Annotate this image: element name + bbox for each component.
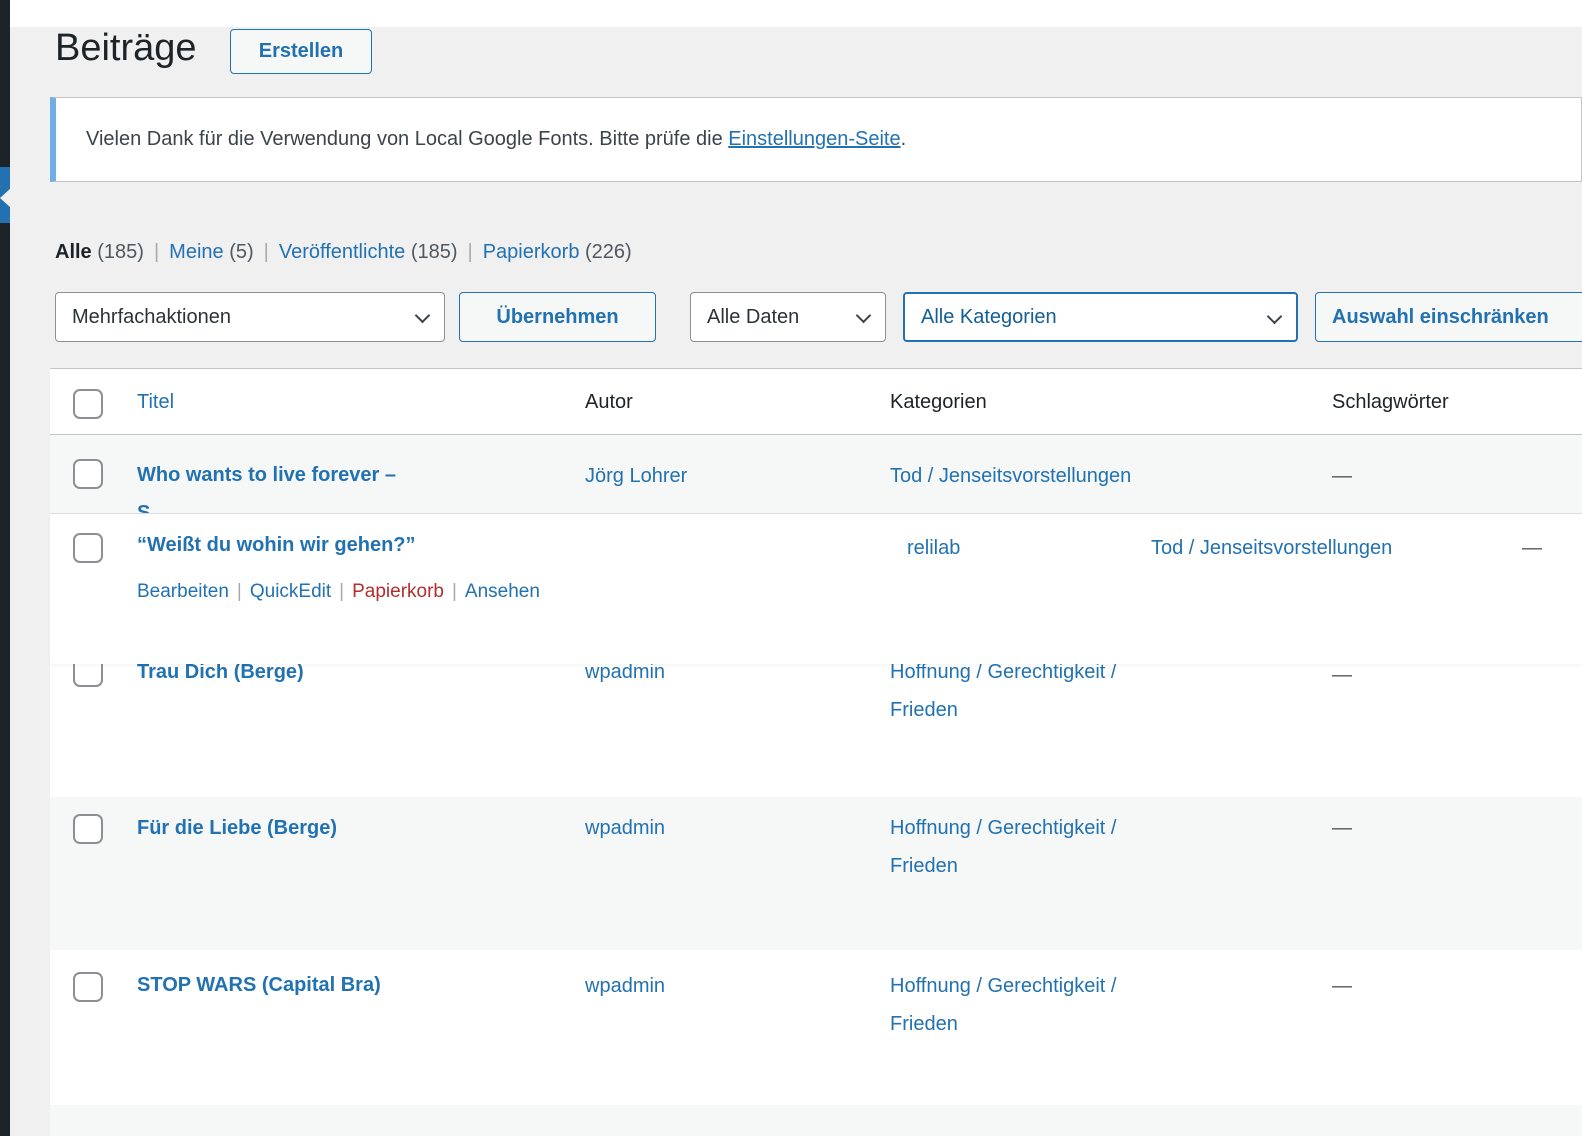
- edit-action[interactable]: Bearbeiten: [137, 581, 229, 602]
- category-filter-select[interactable]: Alle Kategorien: [903, 292, 1298, 342]
- settings-page-link[interactable]: Einstellungen-Seite: [728, 128, 900, 150]
- date-filter-value: Alle Daten: [707, 306, 799, 329]
- table-row: [50, 1105, 1582, 1136]
- categories-link-line2[interactable]: Frieden: [890, 1009, 958, 1039]
- view-trash[interactable]: Papierkorb (226): [483, 241, 632, 264]
- notice-text: Vielen Dank für die Verwendung von Local…: [86, 128, 906, 151]
- posts-admin-page: Beiträge Erstellen Vielen Dank für die V…: [0, 0, 1582, 1136]
- bulk-actions-value: Mehrfachaktionen: [72, 306, 231, 329]
- column-header-title[interactable]: Titel: [137, 388, 174, 416]
- notice-text-after: .: [901, 128, 907, 150]
- column-header-author: Autor: [585, 388, 633, 416]
- notice-text-before: Vielen Dank für die Verwendung von Local…: [86, 128, 728, 150]
- quickedit-action[interactable]: QuickEdit: [250, 581, 331, 602]
- view-mine[interactable]: Meine (5): [169, 241, 254, 264]
- separator: |: [331, 581, 352, 602]
- sidebar-pointer-arrow: [0, 188, 11, 208]
- row-checkbox[interactable]: [73, 972, 103, 1002]
- separator: |: [458, 241, 483, 264]
- post-title-link[interactable]: STOP WARS (Capital Bra): [137, 971, 381, 999]
- trash-action[interactable]: Papierkorb: [352, 581, 444, 602]
- apply-button[interactable]: Übernehmen: [459, 292, 656, 342]
- row-checkbox[interactable]: [73, 533, 103, 563]
- page-title: Beiträge: [55, 24, 197, 72]
- create-post-button[interactable]: Erstellen: [230, 29, 372, 74]
- categories-link-line2[interactable]: Frieden: [890, 851, 958, 881]
- separator: |: [444, 581, 465, 602]
- categories-link[interactable]: Tod / Jenseitsvorstellungen: [1151, 533, 1392, 563]
- post-title-link[interactable]: “Weißt du wohin wir gehen?”: [137, 531, 416, 559]
- tags-empty-dash: —: [1332, 461, 1352, 491]
- categories-link[interactable]: Tod / Jenseitsvorstellungen: [890, 461, 1131, 491]
- view-published-count: (185): [411, 241, 458, 263]
- categories-link-line2[interactable]: Frieden: [890, 695, 958, 725]
- post-title-link[interactable]: Who wants to live forever –: [137, 461, 396, 489]
- chevron-down-icon: [856, 308, 872, 324]
- top-white-band: [10, 0, 1582, 27]
- view-filter-nav: Alle (185) | Meine (5) | Veröffentlichte…: [55, 238, 632, 266]
- admin-notice: Vielen Dank für die Verwendung von Local…: [50, 97, 1582, 182]
- author-link[interactable]: wpadmin: [585, 971, 665, 1001]
- view-mine-count: (5): [229, 241, 253, 263]
- post-title-link[interactable]: Für die Liebe (Berge): [137, 814, 337, 842]
- row-checkbox[interactable]: [73, 459, 103, 489]
- author-link[interactable]: Jörg Lohrer: [585, 461, 687, 491]
- tags-empty-dash: —: [1522, 533, 1542, 563]
- separator: |: [254, 241, 279, 264]
- tags-empty-dash: —: [1332, 813, 1352, 843]
- separator: |: [229, 581, 250, 602]
- category-filter-value: Alle Kategorien: [921, 306, 1057, 329]
- author-link[interactable]: relilab: [907, 533, 960, 563]
- view-published[interactable]: Veröffentlichte (185): [279, 241, 458, 264]
- view-action[interactable]: Ansehen: [465, 581, 540, 602]
- author-link[interactable]: wpadmin: [585, 813, 665, 843]
- bulk-actions-select[interactable]: Mehrfachaktionen: [55, 292, 445, 342]
- select-all-checkbox[interactable]: [73, 389, 103, 419]
- chevron-down-icon: [415, 308, 431, 324]
- row-actions: Bearbeiten|QuickEdit|Papierkorb|Ansehen: [137, 581, 540, 603]
- filter-button[interactable]: Auswahl einschränken: [1315, 292, 1582, 342]
- row-checkbox[interactable]: [73, 814, 103, 844]
- column-header-categories: Kategorien: [890, 388, 987, 416]
- separator: |: [144, 241, 169, 264]
- date-filter-select[interactable]: Alle Daten: [690, 292, 886, 342]
- categories-link[interactable]: Hoffnung / Gerechtigkeit /: [890, 813, 1116, 843]
- categories-link[interactable]: Hoffnung / Gerechtigkeit /: [890, 971, 1116, 1001]
- view-trash-count: (226): [585, 241, 632, 263]
- column-header-tags: Schlagwörter: [1332, 388, 1449, 416]
- view-all-count: (185): [97, 241, 144, 263]
- tags-empty-dash: —: [1332, 971, 1352, 1001]
- chevron-down-icon: [1267, 309, 1283, 325]
- view-all[interactable]: Alle (185): [55, 241, 144, 264]
- tags-empty-dash: —: [1332, 660, 1352, 690]
